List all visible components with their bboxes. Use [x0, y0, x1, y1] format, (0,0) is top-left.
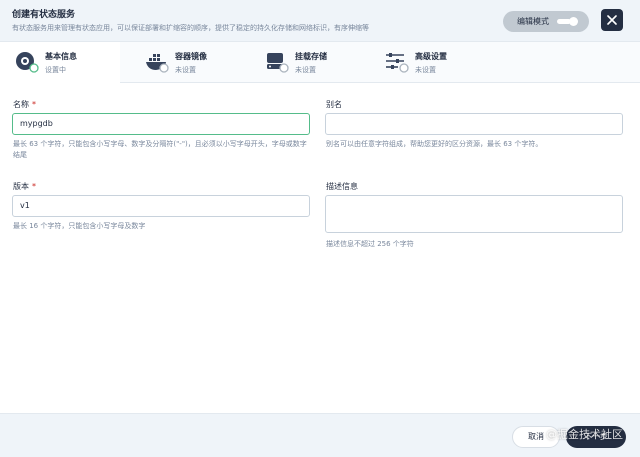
version-input[interactable]: v1 [12, 195, 310, 217]
edit-mode-toggle[interactable]: 编辑模式 [503, 11, 589, 32]
storage-drive-icon [267, 53, 289, 73]
edit-mode-label: 编辑模式 [517, 17, 549, 26]
step-title: 挂载存储 [295, 52, 327, 61]
next-step-button[interactable]: 下一步 [566, 426, 626, 448]
required-mark: * [32, 182, 36, 191]
description-label: 描述信息 [326, 182, 358, 191]
version-label-text: 版本 [13, 182, 29, 191]
alias-hint: 别名可以由任意字符组成，帮助您更好的区分资源，最长 63 个字符。 [326, 140, 543, 148]
step-title: 基本信息 [45, 52, 77, 61]
modal-title: 创建有状态服务 [12, 10, 76, 20]
description-textarea[interactable] [325, 195, 623, 233]
description-hint: 描述信息不超过 256 个字符 [326, 240, 414, 248]
modal-footer: 取消 下一步 [0, 413, 640, 457]
docker-whale-icon [146, 54, 169, 73]
close-icon [607, 15, 617, 25]
name-hint: 最长 63 个字符，只能包含小写字母、数字及分隔符("-")，且必须以小写字母开… [13, 140, 307, 159]
version-hint: 最长 16 个字符，只能包含小写字母及数字 [13, 222, 146, 230]
step-title: 容器镜像 [175, 52, 207, 61]
modal-header: 创建有状态服务 有状态服务用来管理有状态应用，可以保证部署和扩缩容的顺序，提供了… [0, 0, 640, 42]
info-disc-icon [16, 52, 39, 73]
step-status: 未设置 [175, 66, 196, 74]
step-status: 未设置 [415, 66, 436, 74]
modal-description: 有状态服务用来管理有状态应用，可以保证部署和扩缩容的顺序，提供了稳定的持久化存储… [12, 24, 369, 32]
step-basic-info[interactable]: 基本信息 设置中 [0, 42, 120, 83]
sliders-icon [386, 53, 409, 73]
step-mount-storage[interactable]: 挂载存储 未设置 [250, 42, 370, 83]
version-label: 版本 * [13, 181, 36, 192]
name-label: 名称 * [13, 99, 36, 110]
name-input[interactable]: mypgdb [12, 113, 310, 135]
step-advanced-settings[interactable]: 高级设置 未设置 [370, 42, 490, 83]
toggle-switch-icon [557, 17, 578, 26]
required-mark: * [32, 100, 36, 109]
step-container-image[interactable]: 容器镜像 未设置 [130, 42, 250, 83]
alias-label: 别名 [326, 100, 342, 109]
step-status: 设置中 [45, 66, 66, 74]
step-title: 高级设置 [415, 52, 447, 61]
step-status: 未设置 [295, 66, 316, 74]
alias-input[interactable] [325, 113, 623, 135]
name-label-text: 名称 [13, 100, 29, 109]
step-tabs: 基本信息 设置中 容器镜像 未设置 挂载存储 未设置 高级设置 未设置 [0, 42, 640, 83]
close-button[interactable] [601, 9, 623, 31]
cancel-button[interactable]: 取消 [512, 426, 560, 448]
